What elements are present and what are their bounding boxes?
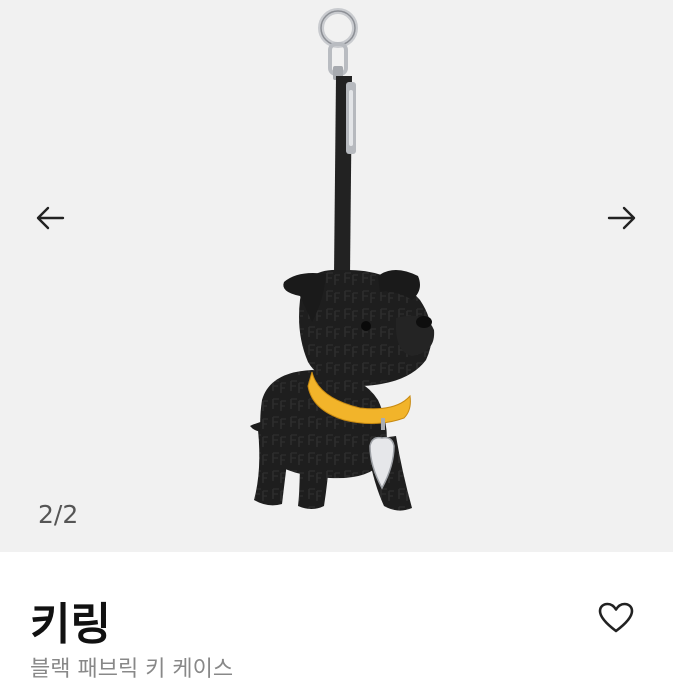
heart-outline-icon — [598, 602, 634, 633]
image-counter: 2/2 — [38, 500, 79, 529]
product-subtitle: 블랙 패브릭 키 케이스 — [30, 657, 234, 682]
arrow-right-icon — [607, 206, 636, 230]
product-image-gallery[interactable]: 2/2 — [0, 0, 673, 552]
product-image-dog-keychain — [250, 8, 435, 511]
favorite-button[interactable] — [594, 596, 638, 640]
next-image-button[interactable] — [596, 192, 648, 244]
arrow-left-icon — [36, 206, 65, 230]
product-title: 키링 — [30, 599, 111, 650]
previous-image-button[interactable] — [24, 192, 76, 244]
product-info: 키링 블랙 패브릭 키 케이스 — [0, 552, 673, 682]
